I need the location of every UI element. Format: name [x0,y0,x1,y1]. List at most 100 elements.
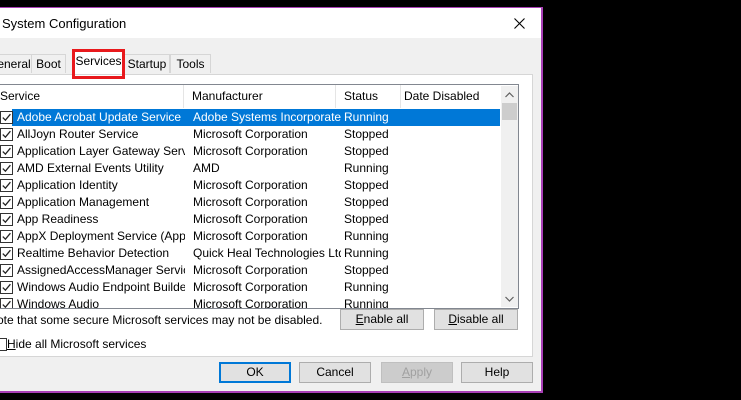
service-row[interactable]: AllJoyn Router Service Microsoft Corporat… [0,126,500,143]
tab-startup[interactable]: Startup [124,54,170,73]
column-header-service[interactable]: Service [0,85,184,108]
service-name-cell: Windows Audio Endpoint Builder [17,280,185,294]
service-name-cell: App Readiness [17,212,99,226]
close-button[interactable] [501,11,537,36]
column-header-manufacturer[interactable]: Manufacturer [189,85,336,108]
date-disabled-cell [404,178,494,193]
tab-strip: eneral Boot Services Startup Tools [0,47,540,74]
enable-all-button[interactable]: Enable all [340,309,424,330]
status-cell: Running [344,297,389,309]
service-checkbox[interactable] [0,179,13,192]
column-header-status[interactable]: Status [341,85,401,108]
scroll-down-button[interactable] [501,290,518,307]
date-disabled-cell [404,212,494,227]
service-checkbox[interactable] [0,230,13,243]
tab-tools[interactable]: Tools [170,54,211,73]
ok-button[interactable]: OK [219,362,291,383]
disable-all-label: isable all [456,312,504,326]
service-name-cell: AllJoyn Router Service [17,127,139,141]
checkmark-icon [2,130,11,139]
chevron-down-icon [505,296,514,302]
manufacturer-cell: Microsoft Corporation [193,280,308,294]
service-checkbox[interactable] [0,128,13,141]
service-row[interactable]: AMD External Events Utility AMD Running [0,160,500,177]
manufacturer-cell: Microsoft Corporation [193,178,308,192]
service-name-cell: AppX Deployment Service (AppX... [17,229,185,243]
column-header-date-disabled[interactable]: Date Disabled [401,85,499,108]
checkmark-icon [2,215,11,224]
date-disabled-cell [404,229,494,244]
service-row[interactable]: Windows Audio Endpoint Builder Microsoft … [0,279,500,296]
service-row[interactable]: Windows Audio Microsoft Corporation Runnin… [0,296,500,309]
manufacturer-cell: Microsoft Corporation [193,212,308,226]
manufacturer-cell: Adobe Systems Incorporated [193,110,341,124]
tab-general[interactable]: eneral [0,54,32,73]
date-disabled-cell [404,195,494,210]
apply-mnemonic: A [401,365,410,379]
service-row[interactable]: AppX Deployment Service (AppX... Microsof… [0,228,500,245]
manufacturer-cell: Microsoft Corporation [193,127,308,141]
service-checkbox[interactable] [0,264,13,277]
service-row[interactable]: Application Layer Gateway Service Microso… [0,143,500,160]
checkmark-icon [2,181,11,190]
close-icon [513,18,525,29]
service-name-cell: Application Identity [17,178,118,192]
service-name-cell: AMD External Events Utility [17,161,164,175]
service-checkbox[interactable] [0,247,13,260]
service-row[interactable]: Adobe Acrobat Update Service Adobe System… [0,109,500,126]
service-row[interactable]: AssignedAccessManager Service Microsoft C… [0,262,500,279]
title-bar[interactable]: System Configuration [0,7,543,38]
apply-button[interactable]: Apply [381,362,453,383]
window-title: System Configuration [2,16,127,31]
hide-ms-text: ide all Microsoft services [15,337,147,351]
status-cell: Stopped [344,263,389,277]
checkmark-icon [2,266,11,275]
vertical-scrollbar[interactable] [501,86,518,307]
service-checkbox[interactable] [0,162,13,175]
service-checkbox[interactable] [0,213,13,226]
enable-all-label: nable all [363,312,409,326]
service-name-cell: Windows Audio [17,297,100,309]
tab-services[interactable]: Services [73,49,124,74]
disable-all-button[interactable]: Disable all [434,309,518,330]
date-disabled-cell [404,297,494,308]
disable-all-mnemonic: D [448,312,457,326]
date-disabled-cell [404,161,494,176]
scroll-up-button[interactable] [501,86,518,103]
date-disabled-cell [404,280,494,295]
scroll-thumb[interactable] [502,103,517,120]
manufacturer-cell: Microsoft Corporation [193,195,308,209]
cancel-button[interactable]: Cancel [299,362,371,383]
date-disabled-cell [404,127,494,142]
enable-all-mnemonic: E [355,312,364,326]
system-configuration-window: System Configuration eneral Boot Service… [0,7,543,393]
status-cell: Stopped [344,195,389,209]
service-checkbox[interactable] [0,196,13,209]
hide-microsoft-services-checkbox[interactable] [0,338,7,351]
service-row[interactable]: App Readiness Microsoft Corporation Stoppe… [0,211,500,228]
service-checkbox[interactable] [0,281,13,294]
help-button[interactable]: Help [461,362,533,383]
service-row[interactable]: Application Management Microsoft Corporat… [0,194,500,211]
status-cell: Stopped [344,178,389,192]
manufacturer-cell: Microsoft Corporation [193,263,308,277]
service-name-cell: AssignedAccessManager Service [17,263,185,277]
footer-divider [0,357,541,358]
manufacturer-cell: Microsoft Corporation [193,144,308,158]
checkmark-icon [2,249,11,258]
tab-boot[interactable]: Boot [31,54,66,73]
service-checkbox[interactable] [0,145,13,158]
status-cell: Running [344,280,389,294]
service-checkbox[interactable] [0,111,13,124]
status-cell: Stopped [344,127,389,141]
apply-label: pply [410,365,433,379]
status-cell: Running [344,110,389,124]
list-header: Service Manufacturer Status Date Disable… [0,85,497,108]
checkmark-icon [2,300,11,308]
status-cell: Running [344,161,389,175]
service-row[interactable]: Application Identity Microsoft Corporatio… [0,177,500,194]
services-list[interactable]: Service Manufacturer Status Date Disable… [0,84,519,309]
hide-microsoft-services-label[interactable]: Hide all Microsoft services [7,337,146,351]
service-checkbox[interactable] [0,298,13,308]
service-row[interactable]: Realtime Behavior Detection Quick Heal Te… [0,245,500,262]
